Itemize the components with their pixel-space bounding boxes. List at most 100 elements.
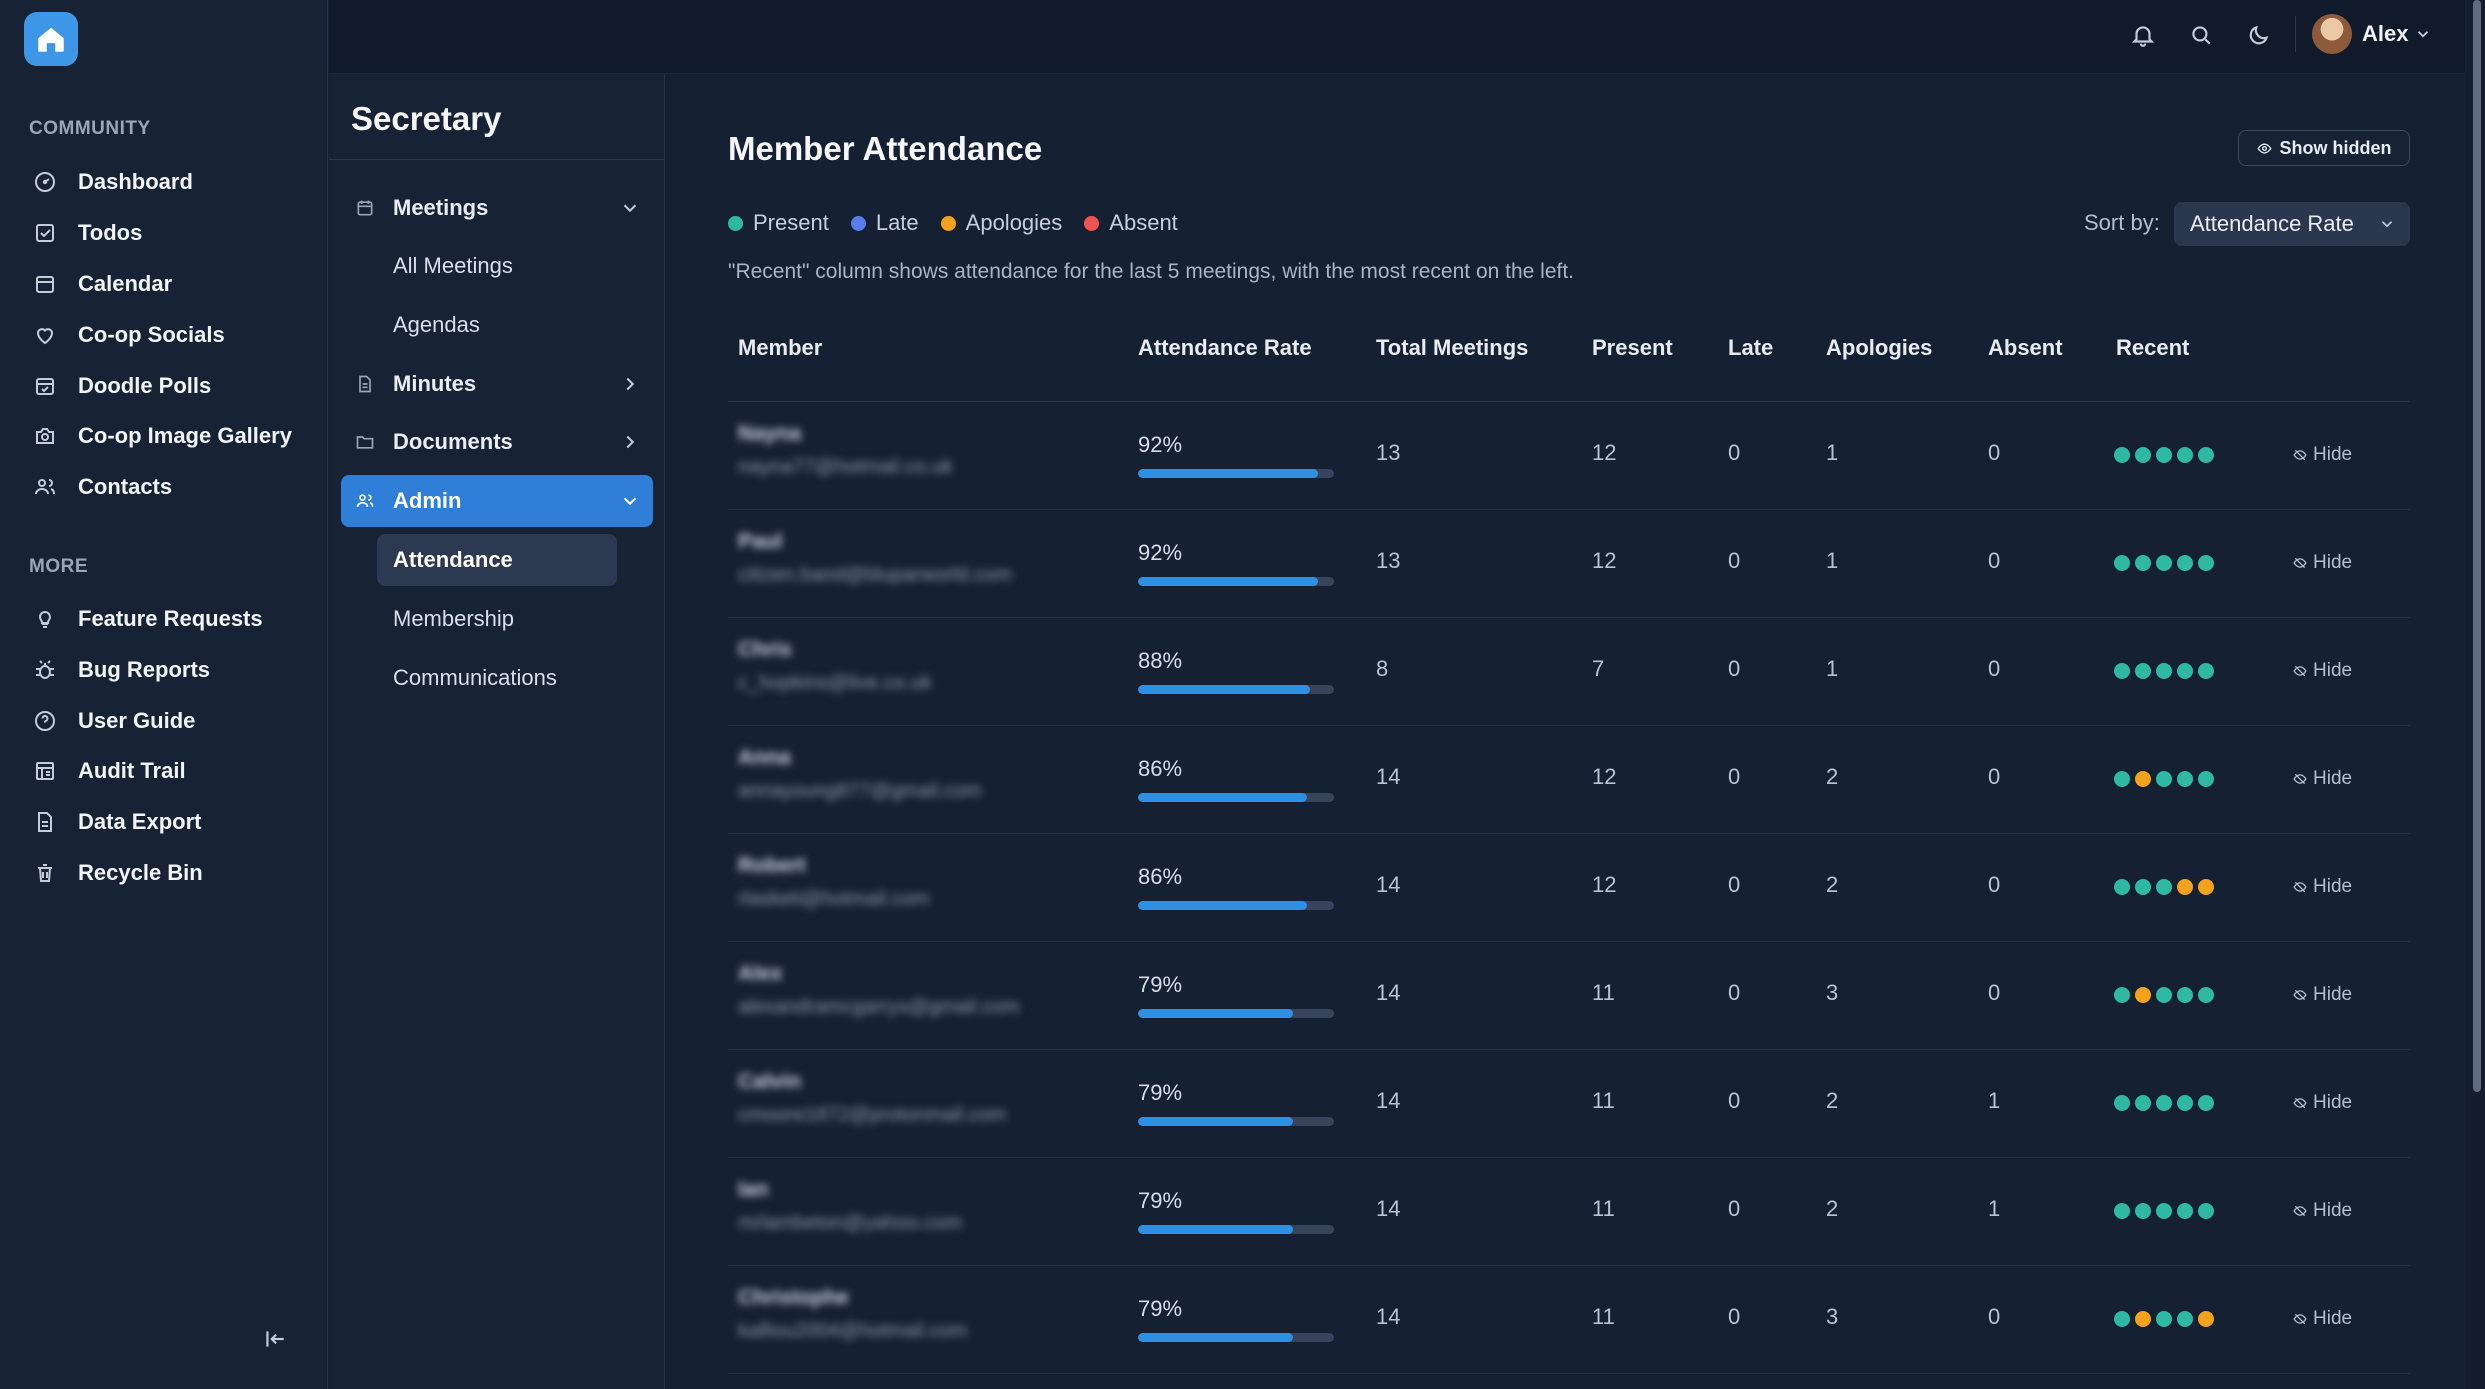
- hide-label: Hide: [2313, 660, 2353, 681]
- nav-item-communications[interactable]: Communications: [377, 652, 617, 704]
- nav-group-label: Meetings: [393, 195, 489, 220]
- show-hidden-label: Show hidden: [2279, 137, 2392, 158]
- nav-item-agendas[interactable]: Agendas: [377, 299, 617, 351]
- nav-group-meetings[interactable]: Meetings: [341, 182, 653, 234]
- main-sidebar: COMMUNITY Dashboard Todos Calendar Co-op…: [0, 0, 328, 1389]
- sidebar-item-audit-trail[interactable]: Audit Trail: [30, 751, 320, 791]
- column-header-late[interactable]: Late: [1728, 320, 1773, 402]
- sidebar-item-doodle-polls[interactable]: Doodle Polls: [30, 366, 320, 406]
- total-meetings: 14: [1376, 872, 1401, 897]
- column-header-apologies[interactable]: Apologies: [1826, 320, 1932, 402]
- show-hidden-button[interactable]: Show hidden: [2238, 130, 2410, 166]
- column-header-attendance-rate[interactable]: Attendance Rate: [1138, 320, 1312, 402]
- late-count: 0: [1728, 1088, 1741, 1113]
- recent-apologies-dot: [2135, 987, 2151, 1003]
- member-name: Paul: [738, 530, 783, 553]
- calendar-check-icon: [30, 371, 60, 401]
- sidebar-item-recycle-bin[interactable]: Recycle Bin: [30, 853, 320, 893]
- member-email: annayoung877@gmail.com: [738, 780, 982, 802]
- nav-group-documents[interactable]: Documents: [341, 416, 653, 468]
- attendance-rate-bar: [1138, 901, 1334, 910]
- dashboard-icon: [30, 167, 60, 197]
- sidebar-item-contacts[interactable]: Contacts: [30, 467, 320, 507]
- member-email: alexandramcgarrys@gmail.com: [738, 996, 1020, 1018]
- recent-present-dot: [2156, 1311, 2172, 1327]
- sidebar-item-user-guide[interactable]: User Guide: [30, 701, 320, 741]
- recent-attendance-dots: [2114, 879, 2214, 895]
- attendance-rate: 92%: [1138, 432, 1183, 457]
- late-count: 0: [1728, 872, 1741, 897]
- trash-icon: [30, 858, 60, 888]
- secretary-nav: Secretary Meetings All Meetings Agendas …: [329, 74, 665, 1389]
- sidebar-item-dashboard[interactable]: Dashboard: [30, 162, 320, 202]
- sidebar-item-label: Co-op Image Gallery: [78, 423, 292, 448]
- apologies-count: 2: [1826, 1088, 1839, 1113]
- recent-attendance-dots: [2114, 1203, 2214, 1219]
- attendance-rate: 79%: [1138, 1296, 1183, 1321]
- status-legend: Present Late Apologies Absent: [728, 210, 1200, 236]
- total-meetings: 13: [1376, 440, 1401, 465]
- sidebar-item-feature-requests[interactable]: Feature Requests: [30, 599, 320, 639]
- sort-label: Sort by:: [2084, 210, 2160, 235]
- column-header-absent[interactable]: Absent: [1988, 320, 2063, 402]
- sidebar-item-co-op-socials[interactable]: Co-op Socials: [30, 315, 320, 355]
- sidebar-item-data-export[interactable]: Data Export: [30, 802, 320, 842]
- hide-member-button[interactable]: Hide: [2293, 660, 2352, 682]
- attendance-rate: 79%: [1138, 1188, 1183, 1213]
- sidebar-item-bug-reports[interactable]: Bug Reports: [30, 650, 320, 690]
- sidebar-item-calendar[interactable]: Calendar: [30, 264, 320, 304]
- file-export-icon: [30, 807, 60, 837]
- nav-group-minutes[interactable]: Minutes: [341, 358, 653, 410]
- home-logo-icon[interactable]: [24, 12, 78, 66]
- member-email: citizen.band@bluparworld.com: [738, 564, 1012, 586]
- present-count: 11: [1592, 980, 1615, 1005]
- hide-member-button[interactable]: Hide: [2293, 1200, 2352, 1222]
- hide-member-button[interactable]: Hide: [2293, 768, 2352, 790]
- recent-present-dot: [2156, 987, 2172, 1003]
- calendar-icon: [353, 196, 377, 220]
- hide-member-button[interactable]: Hide: [2293, 1308, 2352, 1330]
- sort-value: Attendance Rate: [2190, 211, 2354, 236]
- nav-item-membership[interactable]: Membership: [377, 593, 617, 645]
- column-header-present[interactable]: Present: [1592, 320, 1673, 402]
- recent-column-hint: "Recent" column shows attendance for the…: [728, 260, 1575, 283]
- search-icon[interactable]: [2182, 16, 2220, 54]
- apologies-count: 1: [1826, 440, 1839, 465]
- hide-member-button[interactable]: Hide: [2293, 444, 2352, 466]
- scrollbar-thumb[interactable]: [2473, 0, 2481, 1092]
- present-count: 12: [1592, 872, 1617, 897]
- hide-member-button[interactable]: Hide: [2293, 876, 2352, 898]
- sort-select[interactable]: Attendance Rate: [2174, 202, 2410, 246]
- recent-present-dot: [2114, 987, 2130, 1003]
- collapse-sidebar-icon[interactable]: [258, 1322, 292, 1356]
- attendance-rate-bar: [1138, 1333, 1334, 1342]
- recent-present-dot: [2177, 987, 2193, 1003]
- dark-mode-moon-icon[interactable]: [2240, 16, 2278, 54]
- hide-member-button[interactable]: Hide: [2293, 552, 2352, 574]
- recent-attendance-dots: [2114, 987, 2214, 1003]
- user-menu[interactable]: Alex: [2312, 12, 2432, 56]
- member-name: Alex: [738, 962, 783, 985]
- recent-present-dot: [2198, 447, 2214, 463]
- total-meetings: 14: [1376, 1196, 1401, 1221]
- notifications-bell-icon[interactable]: [2124, 16, 2162, 54]
- sidebar-item-co-op-image-gallery[interactable]: Co-op Image Gallery: [30, 416, 320, 456]
- eye-off-icon: [2293, 557, 2307, 569]
- chevron-down-icon: [623, 497, 637, 506]
- hide-member-button[interactable]: Hide: [2293, 1092, 2352, 1114]
- nav-group-admin[interactable]: Admin: [341, 475, 653, 527]
- recent-apologies-dot: [2135, 771, 2151, 787]
- attendance-rate-bar-fill: [1138, 685, 1311, 694]
- member-name: Nayna: [738, 422, 802, 445]
- attendance-rate-bar-fill: [1138, 793, 1307, 802]
- attendance-rate: 88%: [1138, 648, 1183, 673]
- chevron-down-icon: [2418, 31, 2429, 38]
- absent-count: 1: [1988, 1088, 2001, 1113]
- nav-item-attendance[interactable]: Attendance: [377, 534, 617, 586]
- nav-item-all-meetings[interactable]: All Meetings: [377, 240, 617, 292]
- recent-present-dot: [2198, 987, 2214, 1003]
- column-header-member[interactable]: Member: [738, 320, 822, 402]
- hide-member-button[interactable]: Hide: [2293, 984, 2352, 1006]
- column-header-total-meetings[interactable]: Total Meetings: [1376, 320, 1528, 402]
- sidebar-item-todos[interactable]: Todos: [30, 213, 320, 253]
